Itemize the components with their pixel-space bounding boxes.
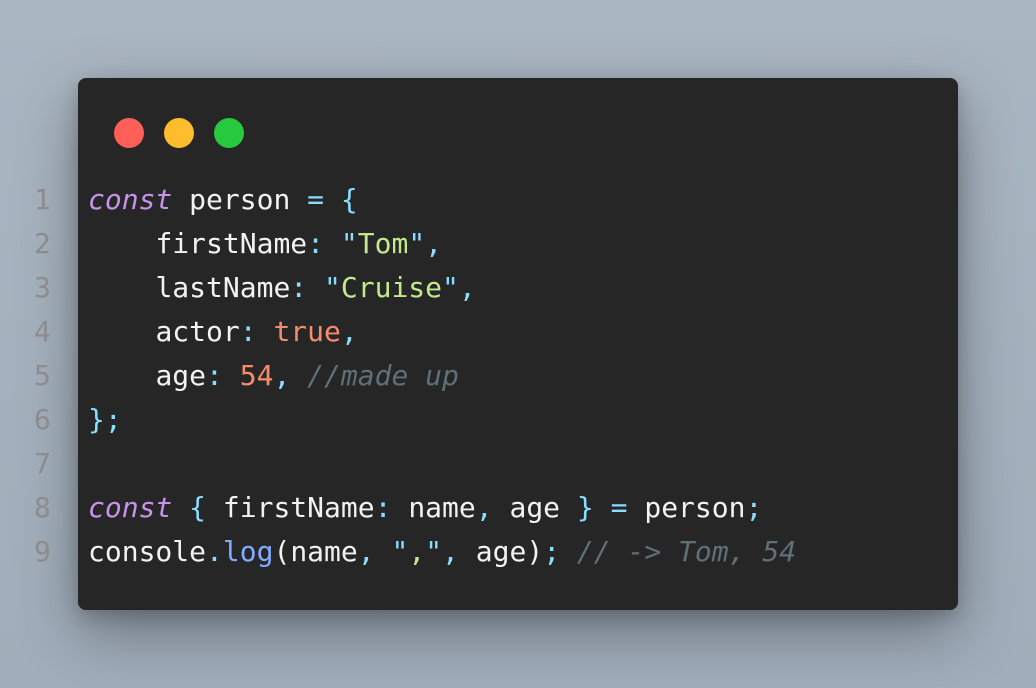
code-token: const [88, 491, 173, 524]
code-token: age [155, 359, 207, 392]
code-token: { [189, 491, 207, 524]
code-token: log [222, 535, 274, 568]
code-token: Tom [357, 227, 409, 260]
code-token: console [88, 535, 207, 568]
code-text: actor: true, [88, 310, 358, 354]
code-token: . [206, 535, 223, 568]
window-controls [114, 118, 244, 148]
code-token: " [408, 227, 426, 260]
code-token: Cruise [340, 271, 443, 304]
code-token: " [425, 535, 443, 568]
code-text: console.log(name, ",", age); // -> Tom, … [88, 530, 796, 574]
code-token: person [189, 183, 291, 216]
code-token: = [307, 183, 325, 216]
code-token: , [425, 227, 443, 260]
code-token: firstName [222, 491, 375, 524]
minimize-dot-icon[interactable] [164, 118, 194, 148]
code-token: , [442, 535, 459, 568]
code-text: lastName: "Cruise", [88, 266, 476, 310]
code-token: }; [88, 403, 122, 436]
code-text: age: 54, //made up [88, 354, 459, 398]
code-token: lastName [155, 271, 291, 304]
code-text: const { firstName: name, age } = person; [88, 486, 762, 530]
line-number: 7 [34, 447, 51, 480]
code-token: ( [273, 535, 291, 568]
code-token: const [88, 183, 173, 216]
code-token: //made up [307, 359, 459, 392]
code-token: , [273, 359, 291, 392]
code-token: age [509, 491, 561, 524]
maximize-dot-icon[interactable] [214, 118, 244, 148]
code-token: age [475, 535, 527, 568]
code-token: , [408, 535, 426, 568]
code-token: actor [155, 315, 240, 348]
code-token: // -> Tom, 54 [576, 535, 797, 568]
code-token: ; [543, 535, 561, 568]
code-token: : [239, 315, 257, 348]
code-token: = [610, 491, 628, 524]
code-token: , [458, 271, 476, 304]
code-token: } [576, 491, 594, 524]
code-token: ) [526, 535, 544, 568]
code-token: true [273, 315, 341, 348]
code-token: ; [745, 491, 763, 524]
code-token: " [324, 271, 341, 304]
code-token: name [290, 535, 358, 568]
code-token: : [290, 271, 308, 304]
code-text: }; [88, 398, 122, 442]
code-token: " [442, 271, 459, 304]
code-token: 54 [239, 359, 274, 392]
code-token: " [391, 535, 409, 568]
code-token: person [644, 491, 746, 524]
code-token: , [357, 535, 375, 568]
code-token: , [475, 491, 493, 524]
code-token: , [340, 315, 358, 348]
code-text: const person = { [88, 178, 358, 222]
close-dot-icon[interactable] [114, 118, 144, 148]
code-token: : [307, 227, 325, 260]
code-token: : [206, 359, 223, 392]
code-text: firstName: "Tom", [88, 222, 442, 266]
code-token: name [408, 491, 476, 524]
code-token: " [340, 227, 358, 260]
code-token: : [374, 491, 392, 524]
code-token: { [340, 183, 358, 216]
code-token: firstName [155, 227, 308, 260]
